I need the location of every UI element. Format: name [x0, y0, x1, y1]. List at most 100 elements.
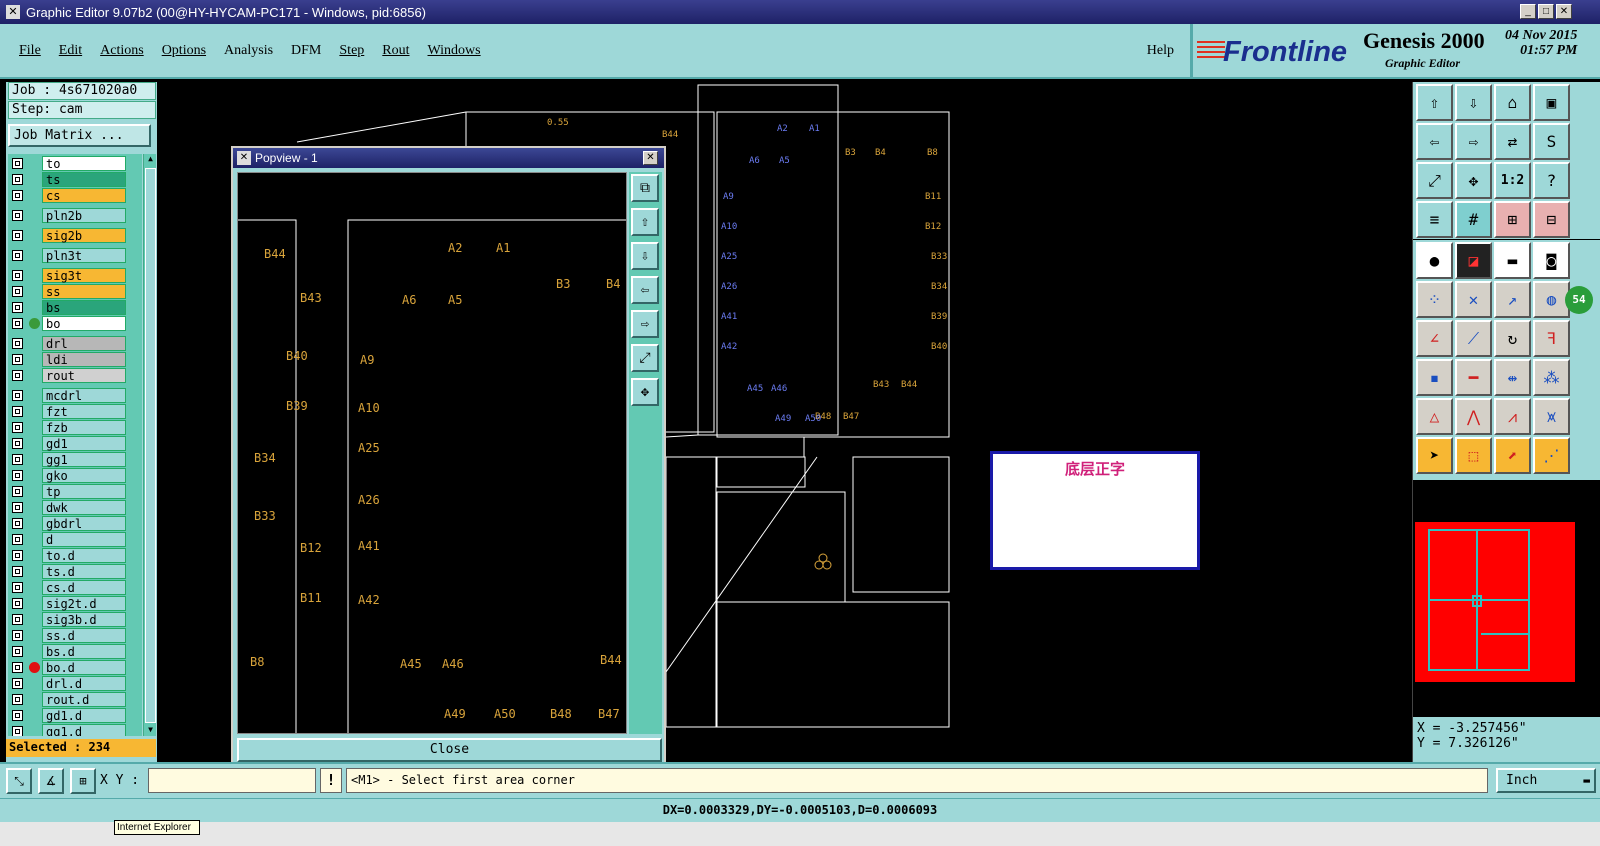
zoom-ratio-icon[interactable]: 1:2 — [1494, 162, 1531, 199]
popview-window[interactable]: ✕ Popview - 1 ✕ A2 A1 A6 A5 B3 B4 B44 B4… — [231, 146, 666, 766]
angle-icon[interactable]: ∡ — [38, 768, 64, 794]
layer-row-ss-d[interactable]: ss.d — [8, 628, 142, 643]
menu-help[interactable]: Help — [1147, 43, 1174, 59]
zoom-up-icon[interactable]: ⇧ — [1416, 84, 1453, 121]
layer-display-icon[interactable]: ≡ — [1416, 201, 1453, 238]
pv-right-icon[interactable]: ⇨ — [631, 310, 659, 338]
menu-analysis[interactable]: Analysis — [224, 43, 273, 59]
layer-row-tp[interactable]: tp — [8, 484, 142, 499]
layer-row-ts[interactable]: ts — [8, 172, 142, 187]
layer-row-mcdrl[interactable]: mcdrl — [8, 388, 142, 403]
scroll-thumb[interactable] — [145, 168, 156, 723]
menu-actions[interactable]: Actions — [100, 43, 144, 59]
alert-icon[interactable]: ! — [320, 768, 342, 793]
triangle-icon[interactable]: △ — [1416, 398, 1453, 435]
trim-icon[interactable]: ━ — [1455, 359, 1492, 396]
pv-down-icon[interactable]: ⇩ — [631, 242, 659, 270]
layer-checkbox[interactable] — [12, 534, 23, 545]
layer-checkbox[interactable] — [12, 302, 23, 313]
unit-selector[interactable]: Inch ▬ — [1496, 768, 1596, 793]
grid-snap-icon[interactable]: ⊞ — [70, 768, 96, 794]
layer-row-rout[interactable]: rout — [8, 368, 142, 383]
measure-icon[interactable]: ▬ — [1494, 242, 1531, 279]
layer-checkbox[interactable] — [12, 614, 23, 625]
arch-fill-icon[interactable]: ⩘ — [1494, 398, 1531, 435]
layer-row-gbdrl[interactable]: gbdrl — [8, 516, 142, 531]
layer-row-ts-d[interactable]: ts.d — [8, 564, 142, 579]
zoom-box-icon[interactable]: ⤡ — [6, 768, 32, 794]
menu-step[interactable]: Step — [339, 43, 364, 59]
layer-checkbox[interactable] — [12, 338, 23, 349]
arch-icon[interactable]: ⋀ — [1455, 398, 1492, 435]
rotate-icon[interactable]: ↻ — [1494, 320, 1531, 357]
layer-checkbox[interactable] — [12, 710, 23, 721]
pan-right-icon[interactable]: ⇨ — [1455, 123, 1492, 160]
layer-checkbox[interactable] — [12, 354, 23, 365]
minimize-button[interactable]: _ — [1520, 4, 1536, 19]
layer-checkbox[interactable] — [12, 502, 23, 513]
layer-row-ss[interactable]: ss — [8, 284, 142, 299]
layer-row-fzb[interactable]: fzb — [8, 420, 142, 435]
delete-cross-icon[interactable]: ✕ — [1455, 281, 1492, 318]
layer-row-bs-d[interactable]: bs.d — [8, 644, 142, 659]
pan-left-icon[interactable]: ⇦ — [1416, 123, 1453, 160]
layer-checkbox[interactable] — [12, 694, 23, 705]
select-net-icon[interactable]: ● — [1416, 242, 1453, 279]
arch-alt-icon[interactable]: ⩙ — [1533, 398, 1570, 435]
layer-checkbox[interactable] — [12, 646, 23, 657]
scroll-down-icon[interactable]: ▼ — [145, 725, 156, 736]
layer-row-gko[interactable]: gko — [8, 468, 142, 483]
menu-dfm[interactable]: DFM — [291, 43, 321, 59]
layer-checkbox[interactable] — [12, 550, 23, 561]
swap-icon[interactable]: ⇄ — [1494, 123, 1531, 160]
layer-row-gd1-d[interactable]: gd1.d — [8, 708, 142, 723]
popview-close-icon[interactable]: ✕ — [643, 151, 658, 165]
layer-row-sig2b[interactable]: sig2b — [8, 228, 142, 243]
layer-checkbox[interactable] — [12, 406, 23, 417]
menu-file[interactable]: File — [19, 43, 41, 59]
layer-checkbox[interactable] — [12, 662, 23, 673]
layer-checkbox[interactable] — [12, 158, 23, 169]
snap-on-icon[interactable]: ⊞ — [1494, 201, 1531, 238]
move-point-icon[interactable]: ↗ — [1494, 281, 1531, 318]
popview-close-button[interactable]: Close — [237, 738, 662, 762]
layer-checkbox[interactable] — [12, 250, 23, 261]
grid-icon[interactable]: # — [1455, 201, 1492, 238]
layer-checkbox[interactable] — [12, 270, 23, 281]
menu-options[interactable]: Options — [162, 43, 206, 59]
layer-row-ldi[interactable]: ldi — [8, 352, 142, 367]
zoom-home-icon[interactable]: ✥ — [1455, 162, 1492, 199]
layer-row-bo-d[interactable]: bo.d — [8, 660, 142, 675]
layer-checkbox[interactable] — [12, 318, 23, 329]
zoom-down-icon[interactable]: ⇩ — [1455, 84, 1492, 121]
layer-checkbox[interactable] — [12, 190, 23, 201]
layer-row-sig2t-d[interactable]: sig2t.d — [8, 596, 142, 611]
home-icon[interactable]: ⌂ — [1494, 84, 1531, 121]
snap-off-icon[interactable]: ⊟ — [1533, 201, 1570, 238]
layer-checkbox[interactable] — [12, 370, 23, 381]
layer-row-gd1[interactable]: gd1 — [8, 436, 142, 451]
text-annotation-box[interactable]: 底层正字 — [990, 451, 1200, 570]
pointer-alt-icon[interactable]: ⬈ — [1494, 437, 1531, 474]
popview-titlebar[interactable]: ✕ Popview - 1 ✕ — [233, 148, 664, 168]
help-icon[interactable]: ? — [1533, 162, 1570, 199]
select-area-icon[interactable]: ◪ — [1455, 242, 1492, 279]
layer-checkbox[interactable] — [12, 390, 23, 401]
menu-edit[interactable]: Edit — [59, 43, 82, 59]
layer-checkbox[interactable] — [12, 518, 23, 529]
layer-row-sig3b-d[interactable]: sig3b.d — [8, 612, 142, 627]
feature-icon[interactable]: ◙ — [1533, 242, 1570, 279]
pv-up-icon[interactable]: ⇧ — [631, 208, 659, 236]
layer-checkbox[interactable] — [12, 566, 23, 577]
popview-canvas[interactable]: A2 A1 A6 A5 B3 B4 B44 B43 B40 B39 B34 B3… — [237, 172, 627, 734]
zoom-fit-icon[interactable]: ⤢ — [1416, 162, 1453, 199]
layer-row-to[interactable]: to — [8, 156, 142, 171]
layer-row-cs[interactable]: cs — [8, 188, 142, 203]
xy-input[interactable] — [148, 768, 316, 793]
layer-row-to-d[interactable]: to.d — [8, 548, 142, 563]
layer-row-sig3t[interactable]: sig3t — [8, 268, 142, 283]
connect-icon[interactable]: ⁘ — [1416, 281, 1453, 318]
pv-left-icon[interactable]: ⇦ — [631, 276, 659, 304]
layer-row-d[interactable]: d — [8, 532, 142, 547]
menu-rout[interactable]: Rout — [382, 43, 409, 59]
